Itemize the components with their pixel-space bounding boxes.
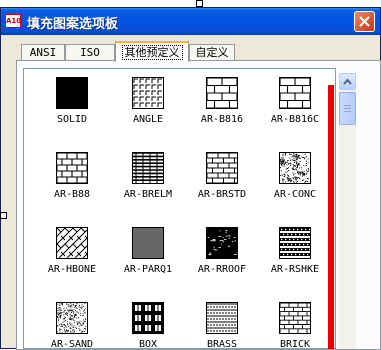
pattern-item[interactable]: AR-HBONE <box>34 224 110 290</box>
pattern-item[interactable]: BRASS <box>184 299 260 348</box>
pattern-item[interactable]: AR-PARQ1 <box>110 224 186 290</box>
pattern-item[interactable]: AR-RROOF <box>184 224 260 290</box>
pattern-label: AR-B816C <box>270 114 320 125</box>
tab-label: ANSI <box>29 46 57 59</box>
close-button[interactable] <box>354 11 375 32</box>
scroll-up-button[interactable] <box>339 73 356 90</box>
scroll-thumb[interactable] <box>339 92 356 125</box>
title-bar[interactable]: A10 填充图案选项板 <box>1 8 380 35</box>
pattern-swatch <box>206 77 238 109</box>
pattern-label: AR-PARQ1 <box>123 264 173 275</box>
pattern-label: AR-B816 <box>200 114 244 125</box>
window-title: 填充图案选项板 <box>27 17 119 32</box>
tab-ansi[interactable]: ANSI <box>21 44 65 61</box>
autocad-app-icon: A10 <box>5 14 21 28</box>
pattern-swatch <box>279 152 311 184</box>
pattern-label: AR-BRSTD <box>197 189 247 200</box>
pattern-swatch <box>279 302 311 334</box>
pattern-swatch <box>206 152 238 184</box>
pattern-label: AR-HBONE <box>47 264 97 275</box>
tab-custom[interactable]: 自定义 <box>189 44 235 61</box>
pattern-item[interactable]: AR-CONC <box>257 149 333 215</box>
pattern-item[interactable]: AR-RSHKE <box>257 224 333 290</box>
pattern-swatch <box>56 302 88 334</box>
tab-other-predefined[interactable]: 其他预定义 <box>115 41 189 62</box>
tab-label: 自定义 <box>195 46 229 59</box>
selection-handle-left <box>0 212 7 219</box>
pattern-label: AR-RROOF <box>197 264 247 275</box>
pattern-swatch <box>132 152 164 184</box>
pattern-label: ANGLE <box>132 114 164 125</box>
pattern-label: BRASS <box>206 339 238 349</box>
pattern-label: AR-RSHKE <box>270 264 320 275</box>
pattern-label: AR-BRELM <box>123 189 173 200</box>
pattern-swatch <box>279 227 311 259</box>
pattern-item[interactable]: AR-B88 <box>34 149 110 215</box>
pattern-swatch <box>132 227 164 259</box>
red-annotation-line <box>328 85 334 349</box>
pattern-item[interactable]: AR-BRSTD <box>184 149 260 215</box>
pattern-label: AR-B88 <box>53 189 91 200</box>
grip-line <box>344 111 351 112</box>
pattern-swatch <box>132 77 164 109</box>
tab-iso[interactable]: ISO <box>65 44 115 61</box>
pattern-item[interactable]: ANGLE <box>110 74 186 140</box>
close-icon <box>359 16 370 27</box>
pattern-label: SOLID <box>56 114 88 125</box>
pattern-item[interactable]: AR-B816C <box>257 74 333 140</box>
pattern-label: BOX <box>138 339 158 349</box>
pattern-swatch <box>56 227 88 259</box>
pattern-label: AR-CONC <box>273 189 317 200</box>
pattern-swatch <box>206 302 238 334</box>
pattern-item[interactable]: BOX <box>110 299 186 348</box>
pattern-item[interactable]: SOLID <box>34 74 110 140</box>
vertical-scrollbar[interactable] <box>339 73 356 349</box>
pattern-list: SOLID ANGLE AR-B816 AR-B816C AR-B88 AR-BRELM A… <box>23 68 336 349</box>
pattern-swatch <box>56 152 88 184</box>
pattern-label: BRICK <box>279 339 311 349</box>
selection-handle-top <box>196 0 203 7</box>
tab-label: ISO <box>80 46 100 59</box>
grip-line <box>344 108 351 109</box>
pattern-label: AR-SAND <box>50 339 94 349</box>
pattern-swatch <box>206 227 238 259</box>
grip-line <box>344 105 351 106</box>
pattern-swatch <box>56 77 88 109</box>
pattern-item[interactable]: AR-B816 <box>184 74 260 140</box>
pattern-item[interactable]: AR-SAND <box>34 299 110 348</box>
tab-label: 其他预定义 <box>121 45 183 60</box>
pattern-item[interactable]: AR-BRELM <box>110 149 186 215</box>
pattern-item[interactable]: BRICK <box>257 299 333 348</box>
pattern-swatch <box>132 302 164 334</box>
pattern-swatch <box>279 77 311 109</box>
chevron-up-icon <box>343 78 352 85</box>
